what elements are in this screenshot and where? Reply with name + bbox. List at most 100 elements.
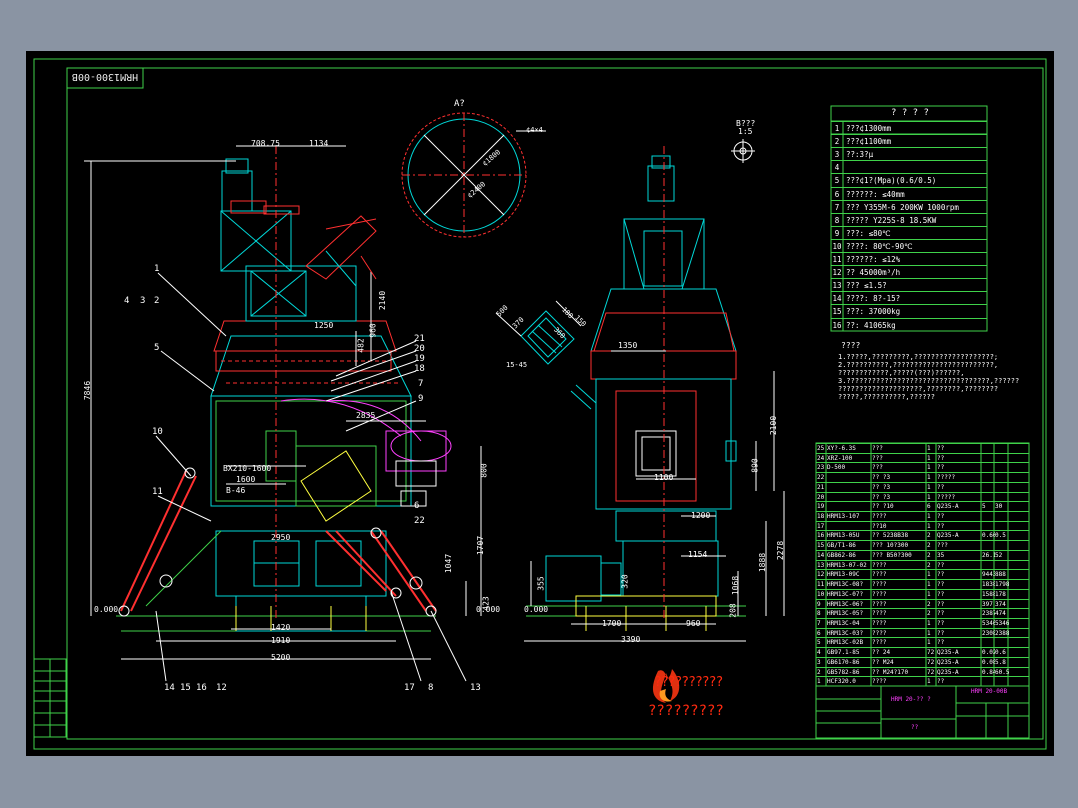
bom-cell-q: 1 [927, 678, 931, 686]
part-num-7: 7 [418, 379, 424, 389]
front-view [84, 145, 482, 682]
spec-row-text: ???¢1300mm [846, 124, 892, 133]
watermark-text: ?????????? [654, 675, 723, 690]
spec-row-text: ??: 41065kg [846, 320, 896, 330]
bom-row: 1 HCF320.0???? 1?? [816, 676, 1029, 686]
dim-v320: 320 [620, 574, 630, 589]
note-line: ????????????,?????(???)??????, [838, 369, 965, 377]
bom-row: 9 HRM13C-06????? 2?? 397 374 [816, 598, 1029, 609]
spec-row-number: 3 [834, 150, 840, 160]
dim-v1707: 1707 [476, 535, 486, 556]
bom-row: 4 GB97.1-85?? 24 72 Q235-A 0.02 0.6 [816, 647, 1029, 657]
bom-cell-no: 1 [817, 678, 821, 686]
level-zero-left: 0.000 [94, 605, 119, 614]
note-line: 3.??????????????????????????????????,???… [838, 377, 1020, 385]
dim-v1888: 1888 [758, 552, 768, 573]
spec-row-text: ??? ≤1.5? [846, 281, 887, 291]
part-num-6: 6 [414, 501, 420, 511]
spec-row: 7 ??? Y355M-6 200KW 1000rpm [831, 199, 987, 213]
bom-row: 18 HRM13-107???? 1?? [816, 511, 1029, 521]
drawing-sheet: HRM1300-00B A? B??? 1:5 708.75 1134 7846… [26, 51, 1054, 756]
spec-row-text: ???¢1?(Mpa)(0.6/0.5) [846, 176, 937, 186]
spec-row-number: 4 [834, 163, 840, 173]
spec-row-text: ????: 8?-15? [846, 294, 901, 304]
spec-row: 16 ??: 41065kg [831, 317, 987, 331]
dim-w3390: 3390 [621, 635, 641, 644]
notes-title: ???? [841, 341, 861, 350]
revision-table [33, 658, 67, 738]
dim-v890: 890 [750, 458, 760, 473]
bom-row: 20?? ?3 1????? [816, 491, 1029, 502]
part-num-4: 4 [124, 296, 130, 306]
spec-row: 3 ??:3?µ [831, 147, 987, 160]
part-num-9: 9 [418, 394, 424, 404]
note-line: 2.??????????,????????????????????????, [838, 361, 999, 369]
dim-w1700: 1700 [602, 619, 622, 628]
spec-row-number: 8 [834, 215, 840, 225]
spec-row-number: 10 [832, 241, 842, 251]
spec-row-number: 5 [834, 176, 840, 186]
spec-row: 2 ???¢1100mm [831, 134, 987, 147]
spec-row-text: ??????: ≤12% [846, 255, 901, 264]
spec-row-number: 7 [834, 202, 840, 212]
b-label: B-46 [226, 486, 246, 495]
spec-row: 11 ??????: ≤12% [831, 252, 987, 265]
note-line: 1.?????,?????????,???????????????????; [838, 353, 999, 361]
part-num-1: 1 [154, 264, 160, 274]
spec-row-text: ???: ≤80℃ [846, 228, 891, 238]
part-num-11: 11 [152, 487, 163, 497]
part-num-22: 22 [414, 516, 425, 526]
bom-row: 17 ??10 1?? [816, 520, 1029, 531]
spec-row: 4 [831, 160, 987, 173]
part-num-19: 19 [414, 354, 425, 364]
dim-w1154: 1154 [688, 550, 708, 559]
bom-row: 23 D-500??? 1?? [816, 462, 1029, 472]
part-num-17: 17 [404, 683, 415, 693]
spec-row-number: 13 [832, 281, 842, 291]
dim-w1910: 1910 [271, 636, 291, 645]
dim-w1100: 1100 [654, 473, 674, 482]
spec-row-text: ???: 37000kg [846, 307, 901, 317]
dim-top-w1: 708.75 [251, 139, 280, 148]
spec-row-text [843, 163, 846, 172]
part-num-5: 5 [154, 343, 160, 353]
bm-label: BX210-1600 [223, 464, 272, 473]
detail-scale: 1:5 [738, 127, 753, 136]
part-num-18: 18 [414, 364, 425, 374]
part-num-20: 20 [414, 344, 425, 354]
section-a-view [401, 112, 546, 238]
part-num-10: 10 [152, 427, 163, 437]
spec-row: 6 ??????: ≤40mm [831, 186, 987, 200]
bom-row: 6 HRM13C-03????? 1?? 2308 2388 [816, 627, 1029, 638]
bom-row: 11 HRM13C-08????? 1?? 1838 1798 [816, 579, 1029, 589]
dim-v800: 800 [479, 463, 489, 478]
bom-row: 15 GB/T1-86??? 10?300 2??? [816, 540, 1029, 550]
spec-row: 5 ???¢1?(Mpa)(0.6/0.5) [831, 173, 987, 186]
dim-top-w2: 1134 [309, 139, 329, 148]
dim-v482: 482 [356, 338, 366, 353]
dim-w2950: 2950 [271, 533, 291, 542]
part-num-12: 12 [216, 683, 227, 693]
level-zero-right: 0.000 [524, 605, 549, 614]
spec-row-number: 1 [834, 124, 840, 133]
dim-h-upper: 2140 [378, 290, 388, 311]
bom-row: 19?? ?10 6 Q235-A 5 30 [816, 501, 1029, 511]
bom-row: 24 XRZ-100??? 1?? [816, 452, 1029, 463]
part-num-13: 13 [470, 683, 481, 693]
spec-row-text: ??? Y355M-6 200KW 1000rpm [846, 202, 959, 212]
dim-w2835: 2835 [356, 411, 376, 420]
spec-row-text: ??????: ≤40mm [846, 189, 905, 199]
bom-row: 3 GB6170-86?? M24 72 Q235-A 0.08 5.8 [816, 656, 1029, 667]
elev-label: 15-45 [506, 361, 528, 369]
inlet-dim: ¢4×4 [526, 126, 543, 134]
bom-row: 21?? ?3 1?? [816, 481, 1029, 492]
title-product: HRM 20-00B [971, 688, 1008, 695]
spec-row-number: 9 [834, 228, 840, 238]
bom-row: 16 HRM13-05U?? 5238B38 2 Q235-A 0.66 0.5 [816, 530, 1029, 540]
detail-b-view [731, 139, 755, 163]
spec-row-number: 2 [834, 137, 840, 147]
bom-row: 7 HRM13C-04???? 1?? 5346 5346 [816, 617, 1029, 628]
bom-row: 12 HRM13-09C???? 1?? 9443 888 [816, 569, 1029, 579]
dim-w1200: 1200 [691, 511, 711, 520]
dim-v960: 960 [368, 323, 378, 338]
